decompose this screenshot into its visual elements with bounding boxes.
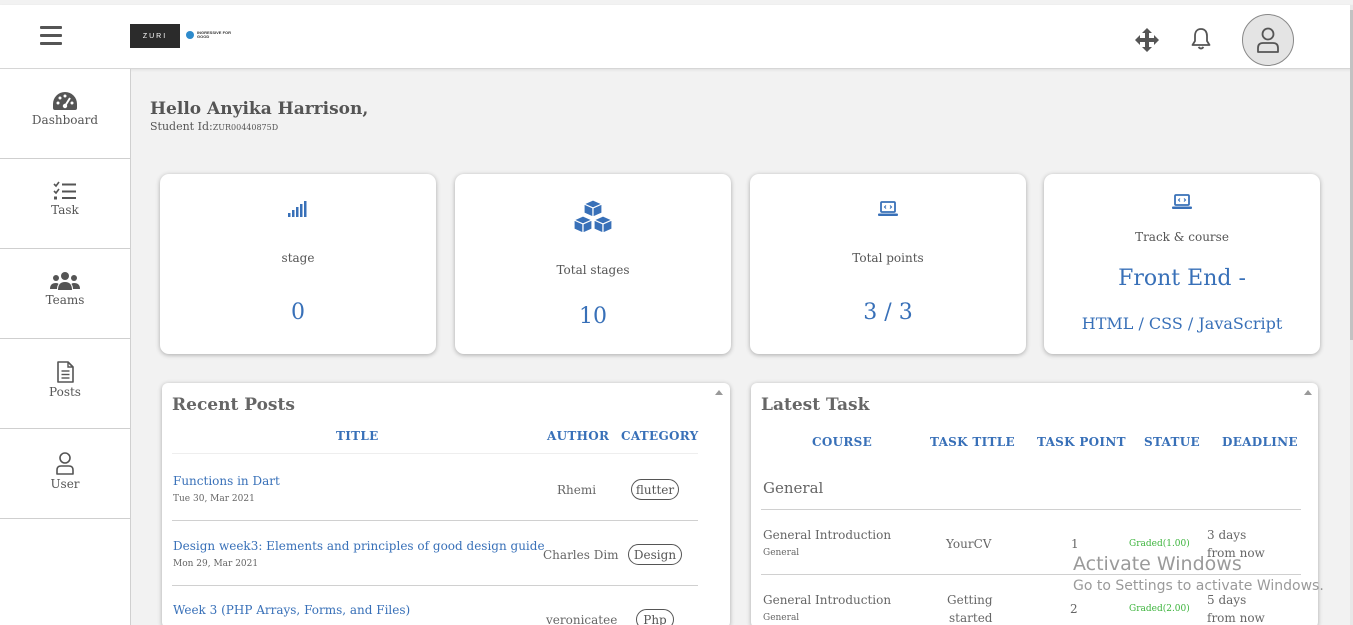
sidebar-item-posts[interactable]: Posts xyxy=(0,339,130,429)
task-point: 1 xyxy=(1071,537,1079,551)
sidebar-item-dashboard[interactable]: Dashboard xyxy=(0,69,130,159)
column-header-author[interactable]: AUTHOR xyxy=(547,429,609,443)
latest-task-title: Latest Task xyxy=(761,395,870,415)
sidebar-item-user[interactable]: User xyxy=(0,429,130,519)
column-header-task-title[interactable]: TASK TITLE xyxy=(930,435,1015,449)
table-divider xyxy=(172,585,698,586)
user-avatar[interactable] xyxy=(1242,14,1294,66)
scroll-up-arrow[interactable] xyxy=(1304,390,1312,395)
user-icon xyxy=(56,452,74,475)
sidebar: Dashboard Task Teams Posts User xyxy=(0,69,131,625)
column-header-course[interactable]: COURSE xyxy=(812,435,872,449)
sidebar-item-task[interactable]: Task xyxy=(0,159,130,249)
globe-icon xyxy=(186,31,194,39)
task-course-sub: General xyxy=(763,548,800,558)
sidebar-item-teams[interactable]: Teams xyxy=(0,249,130,339)
sidebar-item-label: Posts xyxy=(49,385,81,399)
column-header-title[interactable]: TITLE xyxy=(336,429,379,443)
task-title[interactable]: YourCV xyxy=(946,537,991,551)
top-bar: ZURI INGRESSIVE FOR GOOD xyxy=(0,5,1353,69)
sidebar-item-label: User xyxy=(50,477,80,491)
task-title[interactable]: Getting xyxy=(947,593,993,607)
column-header-task-point[interactable]: TASK POINT xyxy=(1037,435,1126,449)
ingressive-logo-text: INGRESSIVE FOR GOOD xyxy=(197,30,232,39)
student-id: Student Id:ZUR00440875D xyxy=(150,120,278,133)
greeting-title: Hello Anyika Harrison, xyxy=(150,99,369,119)
stage-card: stage 0 xyxy=(160,174,436,354)
task-point: 2 xyxy=(1070,602,1078,616)
zuri-logo-text: ZURI xyxy=(142,32,168,40)
user-icon xyxy=(1257,27,1279,53)
track-course-value: Front End - xyxy=(1118,266,1246,291)
task-course: General Introduction xyxy=(763,528,892,542)
total-stages-card: Total stages 10 xyxy=(455,174,731,354)
signal-bars-icon xyxy=(288,201,307,217)
category-badge[interactable]: Design xyxy=(628,544,682,565)
menu-icon[interactable] xyxy=(40,26,62,46)
post-date: Mon 29, Mar 2021 xyxy=(173,559,259,569)
sidebar-item-label: Dashboard xyxy=(31,113,99,127)
total-points-card: Total points 3 / 3 xyxy=(750,174,1026,354)
post-author: Rhemi xyxy=(557,483,597,497)
track-course-card: Track & course Front End - HTML / CSS / … xyxy=(1044,174,1320,354)
recent-posts-title: Recent Posts xyxy=(172,395,295,415)
stage-label: stage xyxy=(281,251,315,265)
move-icon[interactable] xyxy=(1134,27,1160,53)
post-title-link[interactable]: Functions in Dart xyxy=(173,474,280,488)
task-course: General Introduction xyxy=(763,593,892,607)
posts-icon xyxy=(57,361,74,383)
task-deadline: 3 days xyxy=(1207,528,1247,542)
task-course-sub: General xyxy=(763,613,800,623)
table-divider xyxy=(761,509,1301,510)
track-course-subvalue: HTML / CSS / JavaScript xyxy=(1081,314,1283,333)
task-status-graded: Graded(2.00) xyxy=(1129,604,1190,614)
post-title-link[interactable]: Design week3: Elements and principles of… xyxy=(173,539,545,553)
activate-windows-hint: Go to Settings to activate Windows. xyxy=(1073,578,1324,594)
post-date: Tue 30, Mar 2021 xyxy=(173,494,255,504)
table-divider xyxy=(172,453,698,454)
recent-posts-panel: Recent Posts TITLE AUTHOR CATEGORY Funct… xyxy=(162,383,730,625)
total-stages-value: 10 xyxy=(579,304,607,329)
sidebar-item-label: Task xyxy=(51,203,79,217)
task-list-icon xyxy=(53,181,76,200)
column-header-status[interactable]: STATUE xyxy=(1144,435,1200,449)
total-points-label: Total points xyxy=(852,251,924,265)
task-deadline-suffix: from now xyxy=(1207,611,1265,625)
total-stages-label: Total stages xyxy=(556,263,630,277)
ingressive-logo: INGRESSIVE FOR GOOD xyxy=(186,31,233,39)
task-deadline: 5 days xyxy=(1207,593,1247,607)
laptop-code-icon xyxy=(1172,194,1192,209)
scroll-up-arrow[interactable] xyxy=(715,390,723,395)
teams-icon xyxy=(50,272,80,290)
post-author: Charles Dim xyxy=(543,548,619,562)
zuri-logo[interactable]: ZURI xyxy=(130,24,180,48)
category-badge[interactable]: Php xyxy=(636,609,674,625)
bell-icon[interactable] xyxy=(1188,26,1214,52)
activate-windows-watermark: Activate Windows xyxy=(1073,553,1242,575)
column-header-deadline[interactable]: DEADLINE xyxy=(1222,435,1298,449)
student-id-label: Student Id: xyxy=(150,120,213,133)
category-badge[interactable]: flutter xyxy=(631,479,679,500)
dashboard-icon xyxy=(53,92,77,110)
sidebar-item-label: Teams xyxy=(45,293,85,307)
track-course-label: Track & course xyxy=(1135,230,1229,244)
table-divider xyxy=(172,520,698,521)
post-author: veronicatee xyxy=(546,613,618,625)
stage-value: 0 xyxy=(291,300,305,325)
cubes-icon xyxy=(573,199,613,234)
task-status-graded: Graded(1.00) xyxy=(1129,539,1190,549)
laptop-code-icon xyxy=(878,201,898,216)
task-group-heading: General xyxy=(763,479,824,497)
student-id-value: ZUR00440875D xyxy=(212,123,279,132)
column-header-category[interactable]: CATEGORY xyxy=(621,429,699,443)
total-points-value: 3 / 3 xyxy=(863,300,913,325)
post-title-link[interactable]: Week 3 (PHP Arrays, Forms, and Files) xyxy=(173,603,410,617)
task-title-line2[interactable]: started xyxy=(949,611,992,625)
